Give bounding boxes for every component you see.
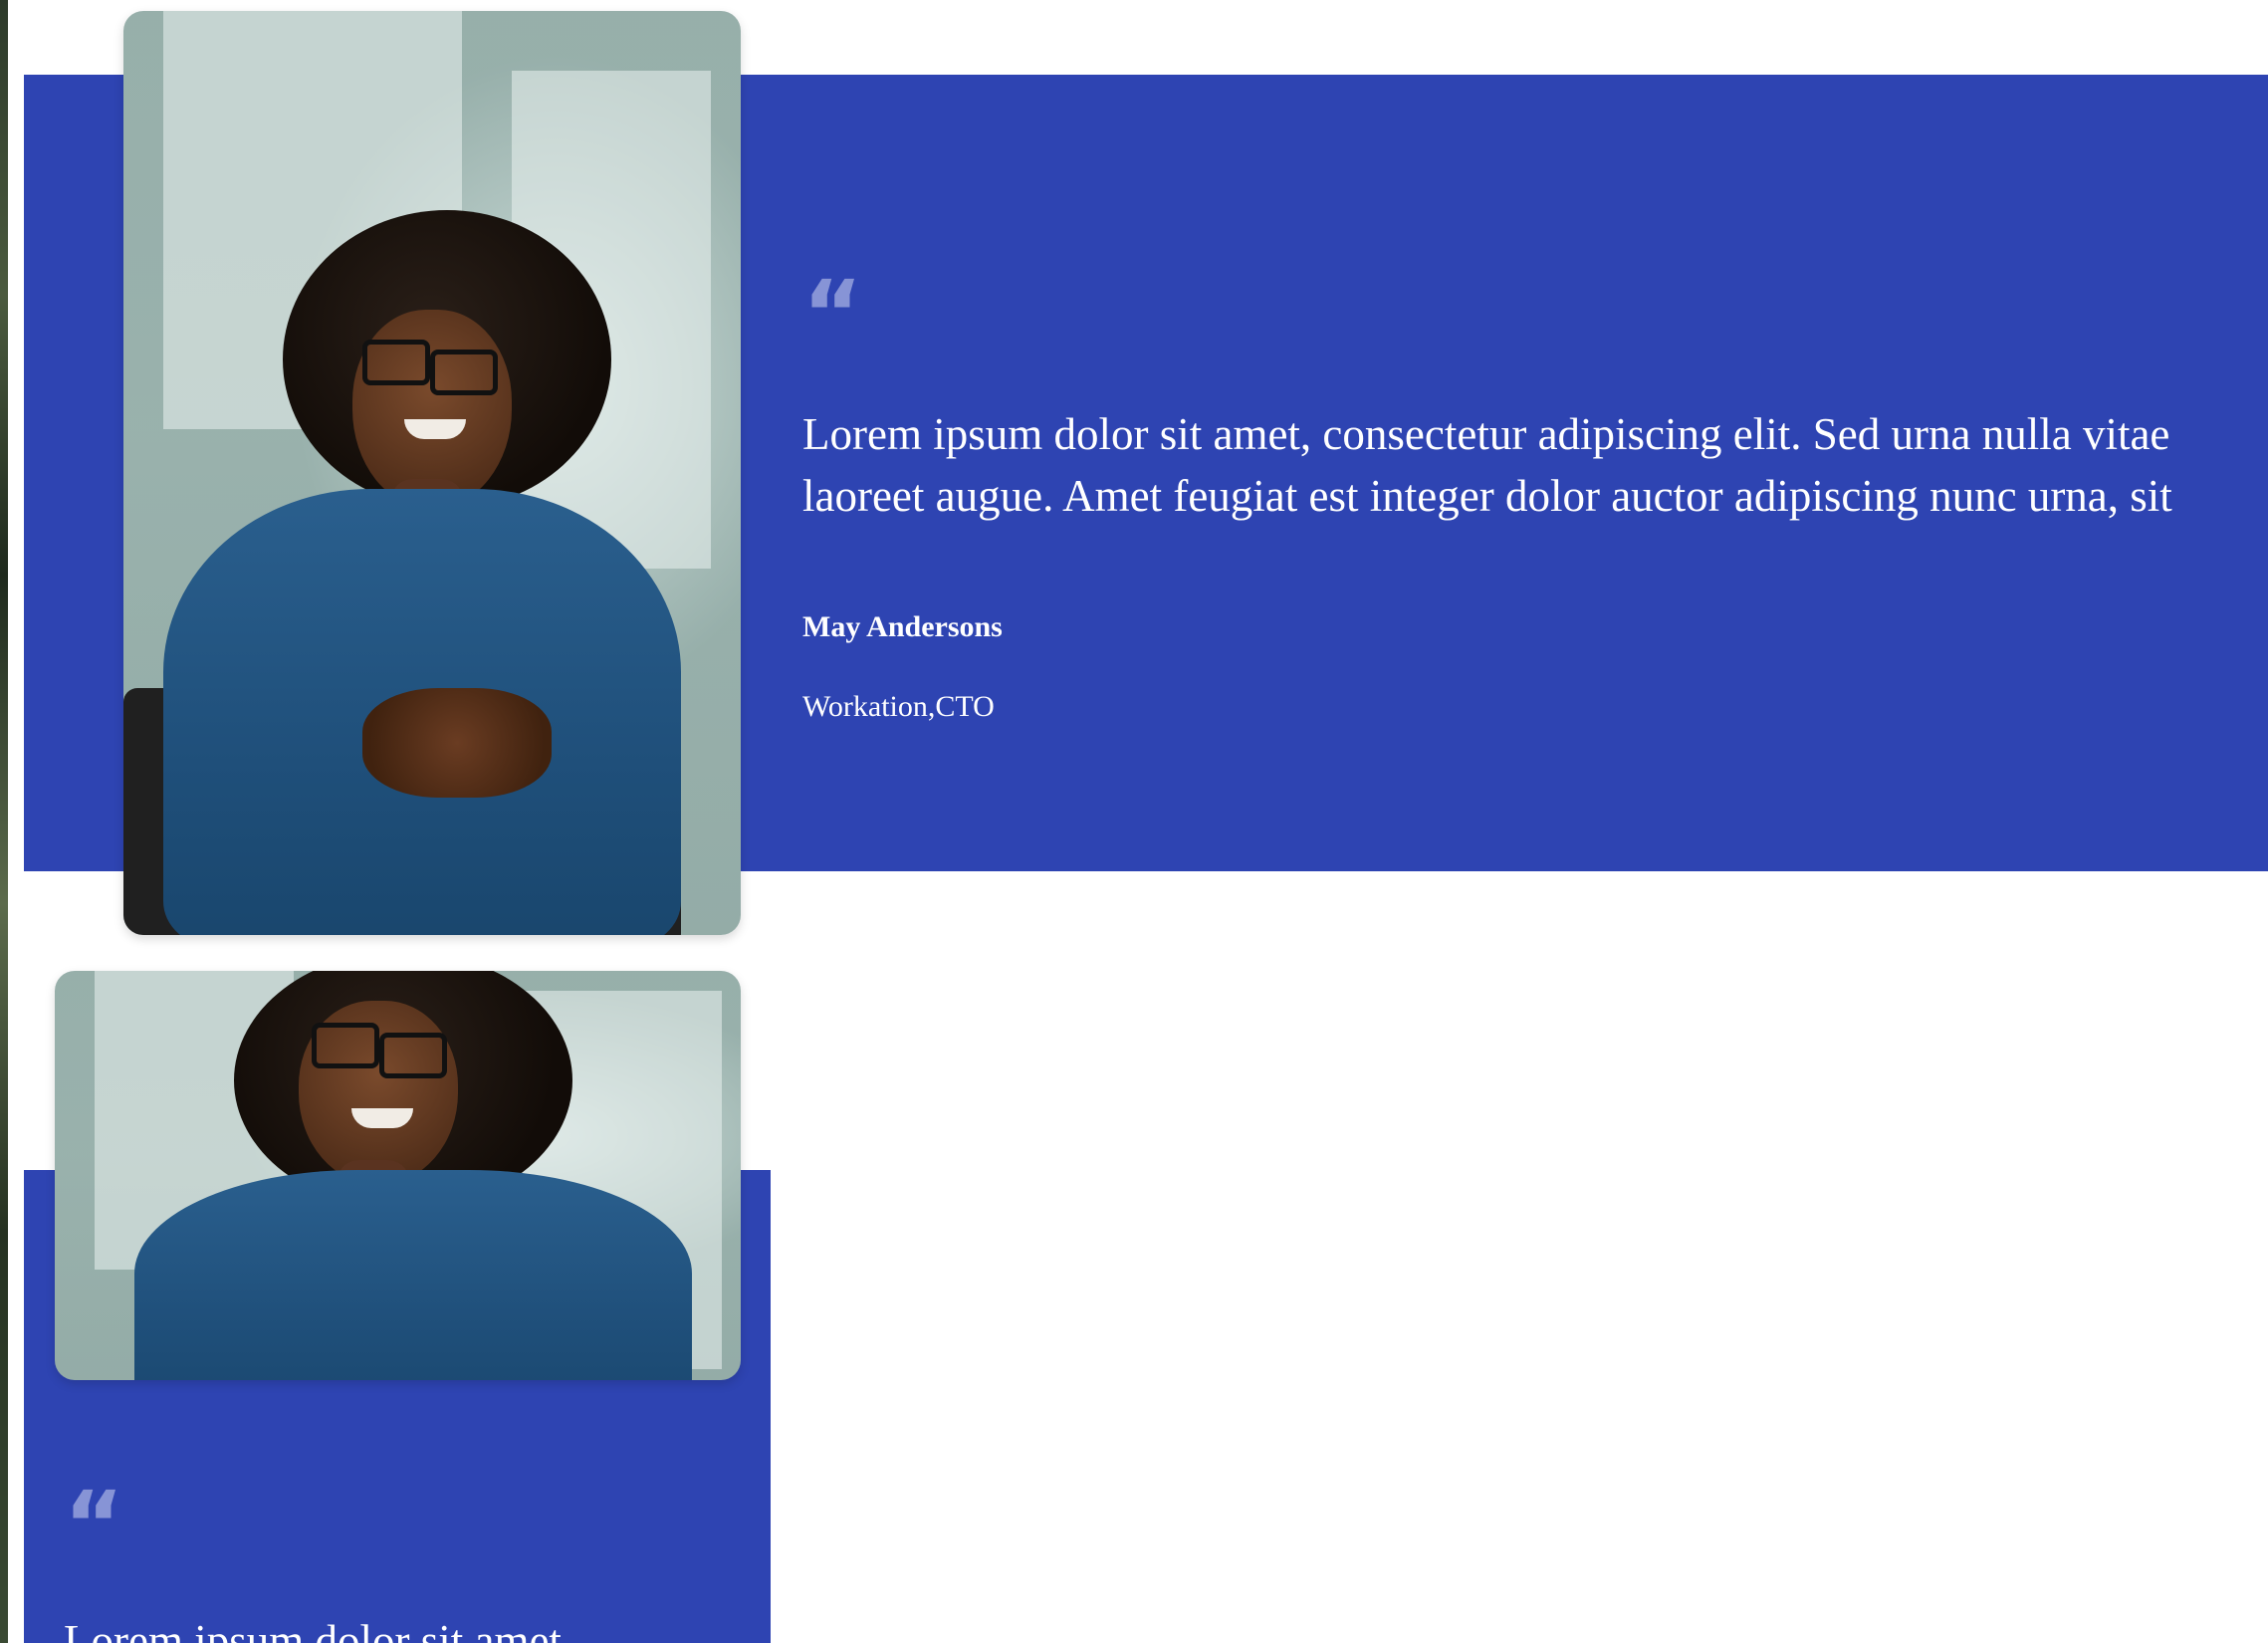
testimonial-quote-line: laoreet augue. Amet feugiat est integer … <box>802 471 2172 521</box>
testimonial-quote-line: Lorem ipsum dolor sit amet, consectetur … <box>802 409 2170 459</box>
testimonial-photo <box>55 971 741 1380</box>
testimonials-page: “ Lorem ipsum dolor sit amet, consectetu… <box>0 0 2268 1643</box>
testimonial-author-role: Workation,CTO <box>802 690 995 723</box>
testimonial-quote: Lorem ipsum dolor sit amet, <box>64 1610 572 1643</box>
quote-icon: “ <box>64 1472 124 1578</box>
testimonial-photo <box>123 11 741 935</box>
testimonial-quote: Lorem ipsum dolor sit amet, consectetur … <box>802 403 2172 527</box>
background-edge <box>0 0 8 1643</box>
testimonial-author-name: May Andersons <box>802 610 1003 643</box>
testimonial-quote-line: Lorem ipsum dolor sit amet, <box>64 1616 573 1643</box>
quote-icon: “ <box>802 261 863 367</box>
